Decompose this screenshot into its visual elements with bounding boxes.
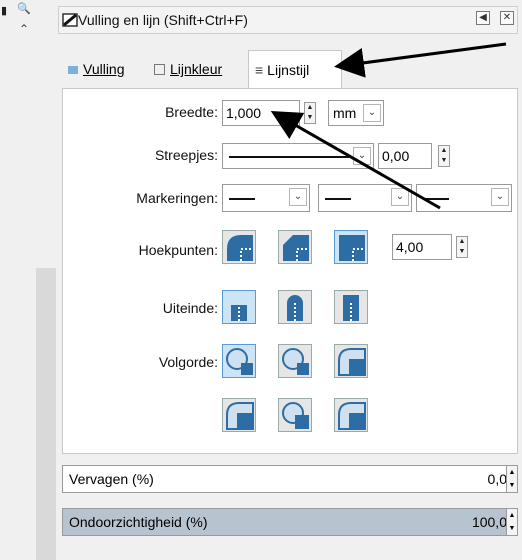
arrow-to-width-input [270, 111, 441, 210]
annotation-arrows [270, 42, 507, 210]
arrow-to-stroke-style-tab [334, 42, 507, 78]
